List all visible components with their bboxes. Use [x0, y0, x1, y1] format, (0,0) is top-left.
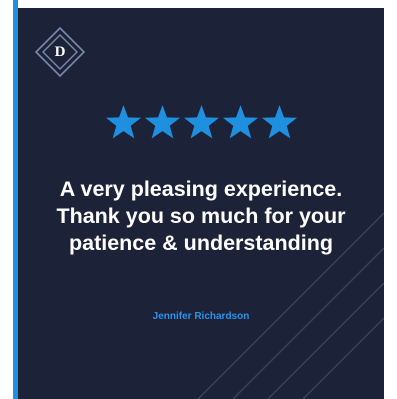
logo-letter: D: [54, 43, 66, 60]
star-icon: [183, 105, 219, 139]
testimonial-author: Jennifer Richardson: [152, 311, 250, 322]
star-icon: [105, 105, 141, 139]
star-icon: [144, 105, 180, 139]
page-margin-left: [0, 0, 13, 399]
star-icon: [261, 105, 297, 139]
testimonial-quote: A very pleasing experience. Thank you so…: [56, 177, 346, 255]
star-rating: [18, 104, 384, 156]
logo-diamond-icon: D: [34, 26, 86, 78]
page-margin-right: [384, 0, 397, 399]
star-icon: [222, 105, 258, 139]
testimonial-card: D A very pleasing experience. Thank you …: [18, 8, 384, 399]
